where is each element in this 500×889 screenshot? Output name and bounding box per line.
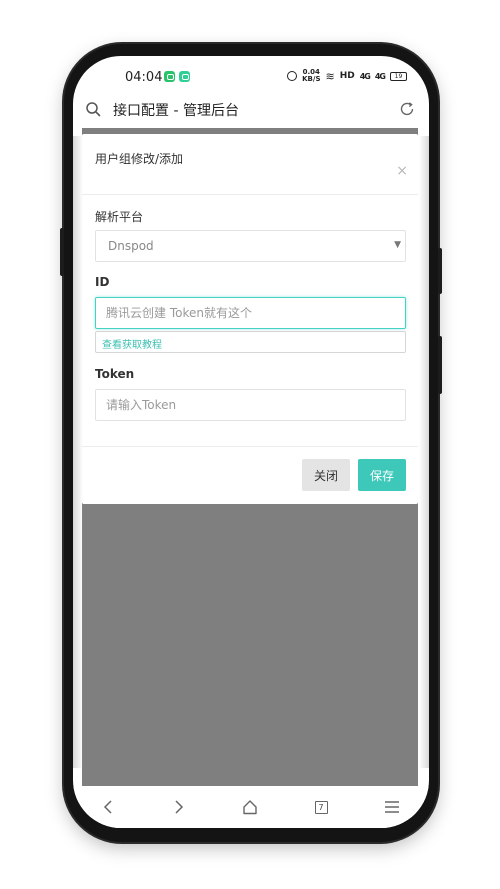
id-label: ID [95,275,110,289]
net-speed-unit: KB/S [302,75,321,83]
message-notification-icon [179,71,190,82]
page-title: 接口配置 - 管理后台 [113,103,239,119]
chat-notification-icon [164,71,175,82]
browser-header: 接口配置 - 管理后台 [73,92,429,128]
phone-side-button [60,228,64,276]
menu-button[interactable] [379,794,405,820]
tabs-button[interactable]: 7 [308,794,334,820]
status-indicators: 0.04 KB/S ≋ HD 4G 4G 19 [287,69,407,83]
platform-select[interactable]: Dnspod ▼ [95,230,406,262]
hd-label: HD [339,71,355,81]
menu-icon [385,801,399,813]
search-icon[interactable] [85,101,101,117]
id-input[interactable] [95,297,406,329]
home-button[interactable] [237,794,263,820]
signal-icon-2: 4G [374,71,386,81]
back-button[interactable] [95,794,121,820]
close-button[interactable]: 关闭 [302,459,350,491]
alarm-icon [287,71,298,81]
platform-selected-value: Dnspod [108,239,154,253]
net-speed: 0.04 KB/S [302,69,320,83]
phone-screen: 04:04 0.04 KB/S ≋ HD 4G 4G 19 接口配置 - 管理后… [73,56,429,828]
status-bar: 04:04 0.04 KB/S ≋ HD 4G 4G 19 [73,66,429,92]
phone-volume-button [438,248,442,294]
help-link-container: 查看获取教程 [95,331,406,353]
modal-footer-divider [82,446,418,447]
modal-header-divider [82,194,418,195]
save-button[interactable]: 保存 [358,459,406,491]
screen-curve-right [419,136,429,768]
close-icon[interactable]: × [396,164,408,178]
phone-power-button [438,336,442,394]
token-input[interactable] [95,389,406,421]
platform-label: 解析平台 [95,210,144,224]
browser-bottom-nav: 7 [73,786,429,828]
token-label: Token [95,367,135,381]
forward-icon [175,800,184,814]
caret-down-icon: ▼ [394,240,401,250]
refresh-icon[interactable] [399,101,415,117]
user-group-modal: 用户组修改/添加 × 解析平台 Dnspod ▼ ID 查看获取教程 Token… [82,134,418,504]
forward-button[interactable] [166,794,192,820]
modal-title: 用户组修改/添加 [95,152,184,166]
tabs-icon: 7 [314,800,328,814]
status-time: 04:04 [125,70,163,85]
wifi-icon: ≋ [325,69,335,83]
battery-icon: 19 [390,71,407,81]
screen-curve-left [73,136,83,768]
signal-icon-1: 4G [359,71,371,81]
home-icon [243,800,257,815]
back-icon [103,800,112,814]
help-tutorial-link[interactable]: 查看获取教程 [102,336,162,351]
